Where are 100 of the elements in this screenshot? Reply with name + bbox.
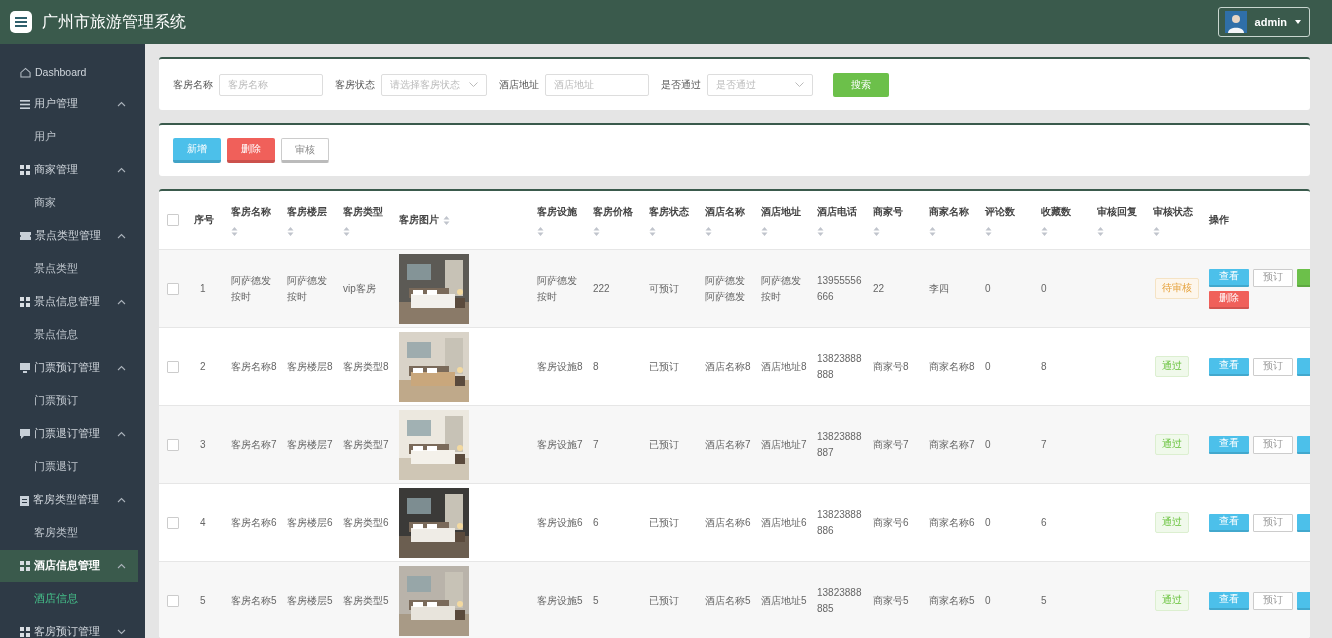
sort-icon[interactable] [985, 226, 992, 236]
table-cell-text: 可预订 [649, 281, 680, 296]
table-cell-text: 阿萨德发阿萨德发 [705, 273, 746, 304]
table-cell-text: 8 [593, 359, 600, 374]
status-tag: 待审核 [1155, 278, 1199, 299]
action-button[interactable] [1297, 513, 1310, 532]
action-button[interactable] [1297, 268, 1310, 287]
action-button[interactable] [1297, 591, 1310, 610]
sort-icon[interactable] [873, 226, 880, 236]
sidebar-item[interactable]: 门票预订管理 [0, 352, 138, 384]
table-cell-text: 商家名称6 [929, 515, 976, 530]
sidebar-subitem[interactable]: 酒店信息 [0, 582, 145, 616]
sort-icon[interactable] [1097, 226, 1104, 236]
checkbox[interactable] [167, 594, 179, 607]
table-cell-text: 酒店地址5 [761, 593, 808, 608]
monitor-icon [20, 363, 30, 373]
checkbox[interactable] [167, 360, 179, 373]
review-button[interactable]: 审核 [281, 138, 329, 163]
sidebar-subitem[interactable]: 景点信息 [0, 318, 145, 352]
sort-icon[interactable] [537, 226, 544, 236]
table-cell-text: 酒店名称5 [705, 593, 752, 608]
sort-icon[interactable] [287, 226, 294, 236]
table-cell-text: 客房类型5 [343, 593, 390, 608]
table-cell-text: 6 [593, 515, 600, 530]
sidebar-subitem[interactable]: 商家 [0, 186, 145, 220]
column-header: 序号 [194, 213, 215, 227]
checkbox[interactable] [167, 214, 179, 226]
menu-button[interactable] [10, 11, 32, 33]
sort-icon[interactable] [231, 226, 238, 236]
sidebar-item[interactable]: 景点信息管理 [0, 286, 138, 318]
field-label: 是否通过 [661, 77, 701, 92]
table-cell-text: 客房楼层6 [287, 515, 334, 530]
table-cell-text: 22 [873, 281, 886, 296]
table-cell-text: 4 [199, 515, 207, 530]
sidebar-subitem[interactable]: 用户 [0, 120, 145, 154]
table-cell-text: 1 [199, 281, 207, 296]
checkbox[interactable] [167, 282, 179, 295]
table-cell-text: 5 [199, 593, 207, 608]
sort-icon[interactable] [1153, 226, 1160, 236]
chevron-icon [795, 82, 804, 87]
table-cell-text: 7 [1041, 437, 1048, 452]
sidebar-subitem[interactable]: 景点类型 [0, 252, 145, 286]
checkbox[interactable] [167, 516, 179, 529]
table-cell-text: 客房楼层8 [287, 359, 334, 374]
table-cell-text: 8 [1041, 359, 1048, 374]
table-cell-text: 客房类型6 [343, 515, 390, 530]
sidebar-item[interactable]: 客房预订管理 [0, 616, 138, 638]
action-button[interactable] [1297, 357, 1310, 376]
user-menu[interactable]: admin [1217, 7, 1310, 37]
table-cell-text: 0 [1041, 281, 1048, 296]
action-button[interactable] [1297, 435, 1310, 454]
sidebar-item[interactable]: 用户管理 [0, 88, 138, 120]
sort-icon[interactable] [649, 226, 656, 236]
table-cell-text: 阿萨德发按时 [761, 273, 802, 304]
sort-icon[interactable] [343, 226, 350, 236]
column-header: 客房名称 [231, 204, 272, 219]
table-cell-text: 客房楼层7 [287, 437, 334, 452]
table-cell-text: 13823888887 [817, 429, 863, 460]
column-header: 酒店电话 [817, 204, 858, 219]
sidebar-item[interactable]: Dashboard [0, 56, 138, 88]
sort-icon[interactable] [705, 226, 712, 236]
sidebar-item[interactable]: 客房类型管理 [0, 484, 138, 516]
checkbox[interactable] [167, 438, 179, 451]
table-cell-text: 0 [985, 281, 992, 296]
table-cell-text: 酒店地址8 [761, 359, 808, 374]
table-cell-text: 客房名称6 [231, 515, 278, 530]
sidebar-subitem[interactable]: 门票预订 [0, 384, 145, 418]
table-cell-text: 客房设施8 [537, 359, 584, 374]
sidebar-item[interactable]: 景点类型管理 [0, 220, 138, 252]
table-cell-text: 客房名称5 [231, 593, 278, 608]
table-cell-text: 酒店地址7 [761, 437, 808, 452]
grid-icon [20, 627, 30, 637]
column-header: 审核回复 [1097, 204, 1138, 219]
table-cell-text: 已预订 [649, 593, 680, 608]
sort-icon[interactable] [1041, 226, 1048, 236]
sidebar-subitem[interactable]: 客房类型 [0, 516, 145, 550]
sidebar-subitem[interactable]: 门票退订 [0, 450, 145, 484]
sidebar-item[interactable]: 商家管理 [0, 154, 138, 186]
sort-icon[interactable] [761, 226, 768, 236]
grid-icon [20, 297, 30, 307]
list-icon [20, 99, 30, 109]
sidebar-item[interactable]: 酒店信息管理 [0, 550, 138, 582]
column-header: 酒店地址 [761, 204, 802, 219]
sort-icon[interactable] [593, 226, 600, 236]
status-tag: 通过 [1155, 434, 1189, 455]
field-label: 客房状态 [335, 77, 375, 92]
table-cell-text: 商家名称5 [929, 593, 976, 608]
sidebar-item[interactable]: 门票退订管理 [0, 418, 138, 450]
sort-icon[interactable] [929, 226, 936, 236]
table-cell-text: 客房名称8 [231, 359, 278, 374]
sort-icon[interactable] [443, 215, 450, 225]
status-tag: 通过 [1155, 512, 1189, 533]
input-field[interactable]: 客房名称 [219, 73, 323, 96]
column-header: 操作 [1209, 213, 1230, 227]
table-cell-text: 已预订 [649, 515, 680, 530]
grid-icon [20, 561, 30, 571]
sort-icon[interactable] [817, 226, 824, 236]
table-cell-text: 客房类型8 [343, 359, 390, 374]
table-cell-text: 13823888886 [817, 507, 863, 538]
column-header: 客房楼层 [287, 204, 328, 219]
